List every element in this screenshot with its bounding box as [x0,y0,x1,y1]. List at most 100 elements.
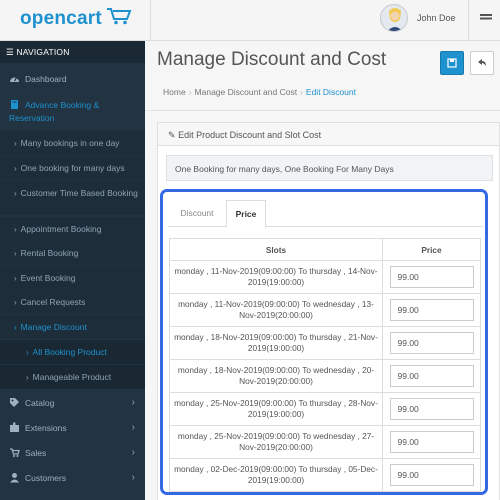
table-row: monday , 18-Nov-2019(09:00:00) To thursd… [169,326,481,360]
price-cell [382,293,481,327]
price-input[interactable] [389,365,474,387]
price-cell [382,359,481,393]
breadcrumb-manage[interactable]: Manage Discount and Cost [195,87,298,97]
sidebar-item-label: Advance Booking & Reservation [9,100,100,123]
breadcrumb-separator: › [300,87,303,97]
chevron-right-icon: › [26,348,29,357]
header-divider [468,0,469,41]
slot-cell: monday , 25-Nov-2019(09:00:00) To wednes… [169,425,383,459]
slot-cell: monday , 02-Dec-2019(09:00:00) To thursd… [169,458,383,492]
chevron-right-icon: › [14,225,17,234]
sidebar-subitem-one-booking[interactable]: › One booking for many days [0,156,145,180]
puzzle-icon [10,422,19,432]
price-cell [382,326,481,360]
sidebar-subitem-rental[interactable]: › Rental Booking [0,241,145,265]
divider [145,110,500,111]
price-cell [382,458,481,492]
sidebar-subitem-all-booking-product[interactable]: › All Booking Product [0,340,145,364]
slots-table: Slots Price monday , 11-Nov-2019(09:00:0… [169,238,481,492]
chevron-right-icon: › [131,472,135,483]
sidebar-item-label: Catalog [25,398,55,408]
table-row: monday , 02-Dec-2019(09:00:00) To thursd… [169,458,481,492]
sidebar-subitem-label: Customer Time Based Booking [20,188,138,198]
save-icon [447,58,457,68]
book-icon [11,100,18,109]
sidebar: ☰ NAVIGATION Dashboard Advance Booking &… [0,41,145,500]
price-cell [382,392,481,426]
save-button[interactable] [440,51,464,75]
sidebar-subitem-label: Manageable Product [32,372,112,382]
chevron-right-icon: › [14,298,17,307]
sidebar-subitem-many-bookings[interactable]: › Many bookings in one day [0,131,145,155]
sidebar-subitem-label: One booking for many days [20,163,125,173]
sidebar-item-sales[interactable]: Sales › [0,447,145,463]
sidebar-item-catalog[interactable]: Catalog › [0,397,145,413]
sidebar-subitem-event[interactable]: › Event Booking [0,266,145,290]
cart-icon [10,448,20,457]
breadcrumb: Home › Manage Discount and Cost › Edit Disco… [163,87,356,97]
sidebar-item-label: Customers [25,473,67,483]
table-row: monday , 11-Nov-2019(09:00:00) To thursd… [169,260,481,294]
chevron-right-icon: › [14,274,17,283]
slot-cell: monday , 11-Nov-2019(09:00:00) To thursd… [169,260,383,294]
price-cell [382,425,481,459]
pencil-icon: ✎ [168,130,176,140]
opencart-logo[interactable]: opencart [20,8,102,30]
slot-cell: monday , 25-Nov-2019(09:00:00) To thursd… [169,392,383,426]
sidebar-subitem-label: Rental Booking [20,248,79,258]
breadcrumb-current[interactable]: Edit Discount [306,87,356,97]
chevron-right-icon: › [26,373,29,382]
panel-heading: ✎ Edit Product Discount and Slot Cost [158,123,499,146]
breadcrumb-separator: › [188,87,192,97]
chevron-right-icon: › [131,397,135,408]
username[interactable]: John Doe [417,13,456,23]
avatar[interactable] [380,4,408,32]
signout-icon[interactable] [480,13,492,23]
nav-heading-label: NAVIGATION [16,47,70,57]
price-cell [382,260,481,294]
table-row: monday , 25-Nov-2019(09:00:00) To thursd… [169,392,481,426]
price-input[interactable] [389,398,474,420]
sidebar-subitem-manageable-product[interactable]: › Manageable Product [0,365,145,389]
panel-title: Edit Product Discount and Slot Cost [178,130,322,140]
sidebar-subitem-appointment[interactable]: › Appointment Booking [0,217,145,241]
header-divider [150,0,151,41]
tab-bar: Discount Price [168,200,483,228]
sidebar-subitem-label: Many bookings in one day [20,138,120,148]
tab-discount[interactable]: Discount [172,200,222,227]
sidebar-subitem-manage-discount[interactable]: › Manage Discount [0,315,145,339]
dashboard-icon [10,76,19,82]
breadcrumb-home[interactable]: Home [163,87,186,97]
sidebar-subitem-customer-time[interactable]: › Customer Time Based Booking [0,181,145,215]
tab-price[interactable]: Price [226,200,266,228]
chevron-right-icon: › [14,189,17,198]
sidebar-subitem-label: Cancel Requests [20,297,86,307]
price-input[interactable] [389,464,474,486]
slot-cell: monday , 18-Nov-2019(09:00:00) To wednes… [169,359,383,393]
price-input[interactable] [389,266,474,288]
page-title: Manage Discount and Cost [157,49,387,70]
tag-icon [10,398,19,407]
price-input[interactable] [389,332,474,354]
sidebar-item-customers[interactable]: Customers › [0,472,145,488]
chevron-right-icon: › [131,447,135,458]
sidebar-item-label: Dashboard [25,74,67,84]
chevron-right-icon: › [14,139,17,148]
user-avatar-icon [381,5,407,31]
price-input[interactable] [389,299,474,321]
slot-cell: monday , 11-Nov-2019(09:00:00) To wednes… [169,293,383,327]
sidebar-subitem-label: Appointment Booking [20,224,102,234]
sidebar-item-advance-booking[interactable]: Advance Booking & Reservation [0,99,145,129]
price-input[interactable] [389,431,474,453]
sidebar-subitem-label: Event Booking [20,273,76,283]
sidebar-item-extensions[interactable]: Extensions › [0,422,145,438]
menu-icon: ☰ [6,47,14,57]
cart-icon [107,8,132,25]
sidebar-item-dashboard[interactable]: Dashboard [0,73,145,89]
nav-heading: ☰ NAVIGATION [0,41,145,63]
chevron-right-icon: › [14,249,17,258]
back-button[interactable] [470,51,494,75]
column-header-slots: Slots [169,238,383,261]
table-header-row: Slots Price [169,238,481,261]
sidebar-subitem-cancel[interactable]: › Cancel Requests [0,290,145,314]
